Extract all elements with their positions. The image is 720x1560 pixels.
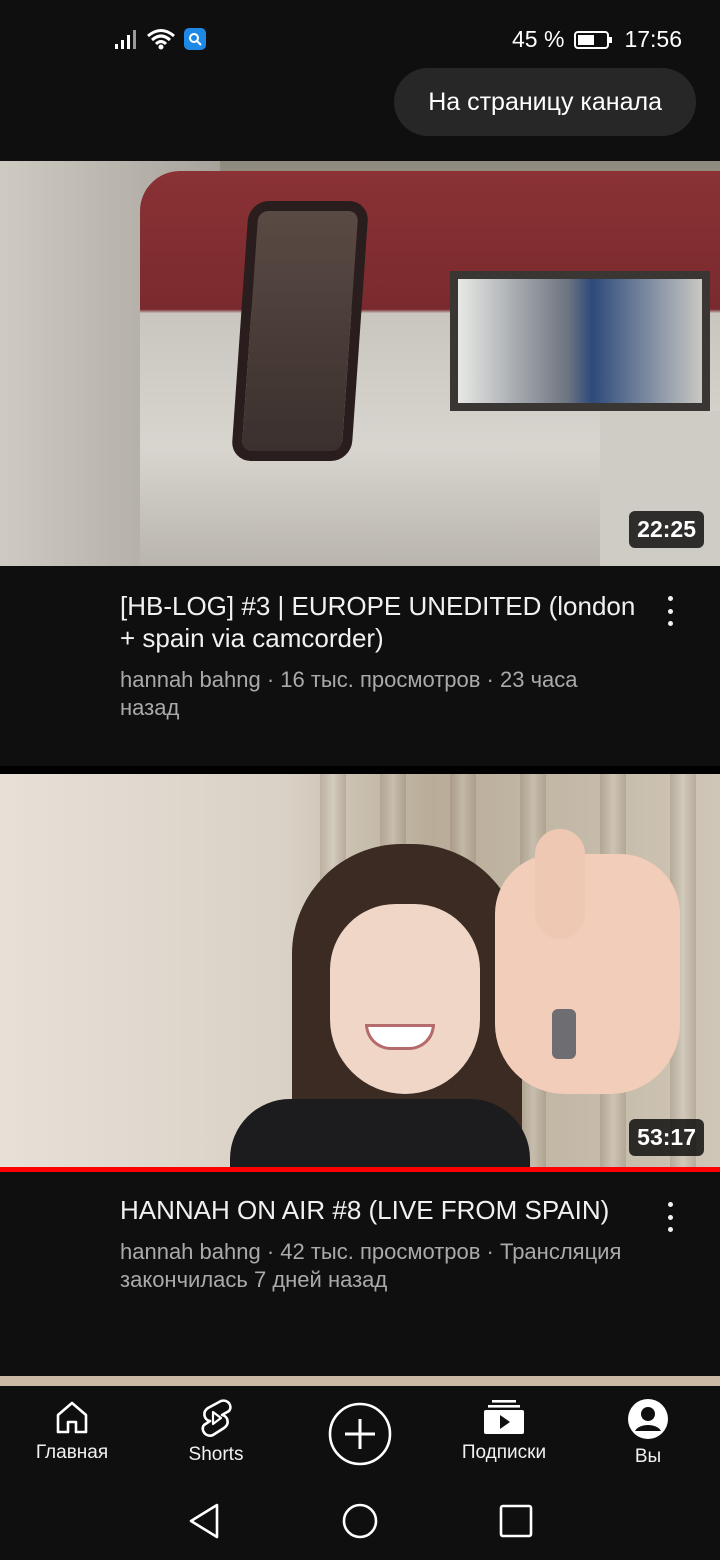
home-icon [56,1401,88,1434]
create-icon[interactable] [327,1401,393,1467]
clock: 17:56 [624,26,682,52]
search-notification-icon [184,28,206,50]
system-navigation-bar [0,1482,720,1560]
nav-home[interactable]: Главная [0,1386,144,1482]
nav-subscriptions-label: Подписки [461,1442,547,1463]
video-thumbnail[interactable]: 53:17 [0,774,720,1172]
account-icon [628,1399,668,1439]
more-options-icon[interactable] [658,596,682,626]
nav-you[interactable]: Вы [576,1386,720,1482]
duration-badge: 22:25 [629,511,704,548]
back-icon[interactable] [187,1502,221,1540]
signal-icon [115,30,136,49]
video-info[interactable]: [HB-LOG] #3 | EUROPE UNEDITED (london + … [0,566,720,722]
home-circle-icon[interactable] [341,1502,379,1540]
battery-percent: 45 % [512,26,565,52]
next-video-thumbnail-edge [0,1376,720,1386]
status-icons-left [114,28,206,50]
video-meta: hannah bahng · 42 тыс. просмотров · Тран… [120,1239,622,1292]
subscriptions-icon [484,1400,524,1434]
bottom-navigation: Главная Shorts Подписки Вы [0,1386,720,1482]
nav-subscriptions[interactable]: Подписки [432,1386,576,1482]
status-icons-right: 45 % 17:56 [512,26,682,53]
nav-home-label: Главная [35,1442,109,1463]
battery-icon [574,30,613,49]
nav-create[interactable] [288,1386,432,1482]
recents-icon[interactable] [499,1504,533,1538]
video-title[interactable]: [HB-LOG] #3 | EUROPE UNEDITED (london + … [120,590,640,654]
nav-you-label: Вы [634,1446,662,1467]
video-meta: hannah bahng · 16 тыс. просмотров · 23 ч… [120,667,578,720]
more-options-icon[interactable] [658,1202,682,1232]
video-thumbnail[interactable]: 22:25 [0,161,720,566]
wifi-icon [147,29,175,50]
shorts-icon [201,1399,232,1437]
duration-badge: 53:17 [629,1119,704,1156]
nav-shorts-label: Shorts [188,1444,244,1465]
video-card[interactable]: 22:25 [HB-LOG] #3 | EUROPE UNEDITED (lon… [0,161,720,722]
go-to-channel-button[interactable]: На страницу канала [394,68,696,136]
nav-shorts[interactable]: Shorts [144,1386,288,1482]
video-card[interactable]: 53:17 HANNAH ON AIR #8 (LIVE FROM SPAIN)… [0,774,720,1294]
video-info[interactable]: HANNAH ON AIR #8 (LIVE FROM SPAIN) hanna… [0,1172,720,1294]
card-divider [0,766,720,774]
video-title[interactable]: HANNAH ON AIR #8 (LIVE FROM SPAIN) [120,1194,640,1226]
